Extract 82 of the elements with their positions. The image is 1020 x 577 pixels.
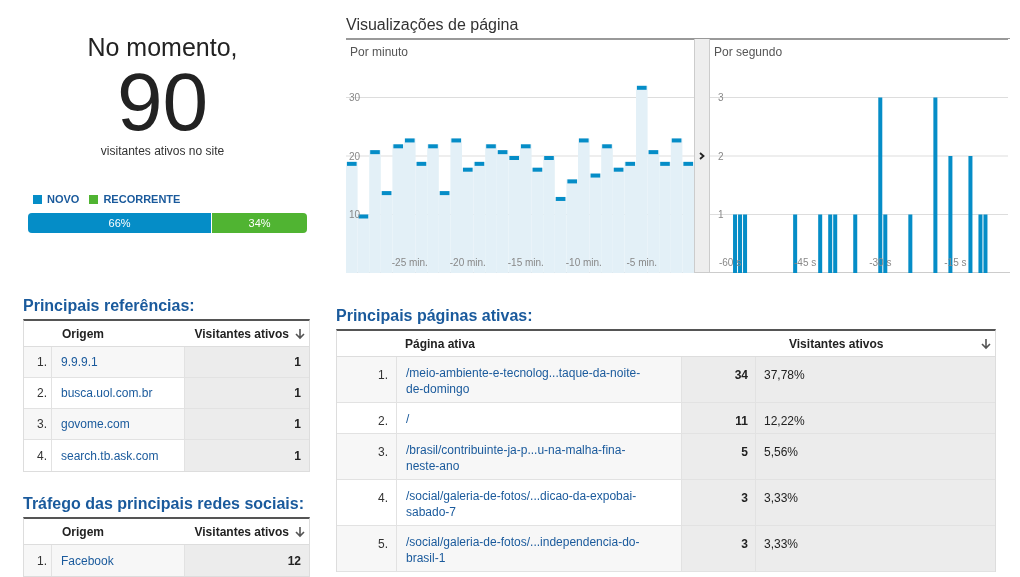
visitors-cell: 3: [682, 480, 756, 525]
visitors-cell: 1: [185, 347, 309, 377]
rank-cell: 5.: [337, 526, 397, 571]
axis-tick-label: 3: [718, 92, 724, 103]
bar-cap: [416, 161, 427, 166]
bar: [818, 214, 823, 273]
rank-cell: 4.: [337, 480, 397, 525]
bar-cap: [439, 191, 450, 196]
rank-cell: 4.: [24, 440, 52, 471]
sort-arrow-icon[interactable]: [295, 327, 305, 340]
column-header: Origem: [61, 523, 105, 541]
caption: visitantes ativos no site: [100, 143, 225, 160]
rank-cell: 2.: [24, 378, 52, 408]
axis-tick-label: -60 s: [718, 257, 742, 268]
bar-cap: [370, 150, 380, 155]
active-visitor-count: 90: [116, 60, 209, 144]
axis-tick-label: 30: [349, 92, 361, 103]
visitors-cell: 5: [682, 434, 756, 479]
chart-title: Visualizações de página: [345, 15, 520, 35]
bar-cap: [590, 173, 601, 178]
bar: [908, 214, 913, 273]
rank-cell: 1.: [24, 347, 52, 377]
visitors-cell: 1: [185, 440, 309, 471]
bar-cap: [358, 214, 369, 219]
percent-cell: 37,78%: [756, 357, 995, 402]
column-header: Página ativa: [404, 335, 477, 353]
percent-cell: 3,33%: [756, 526, 995, 571]
section-title: Principais páginas ativas:: [336, 306, 534, 326]
bar: [853, 214, 858, 273]
axis-tick-label: -25 min.: [391, 257, 428, 268]
share-segment: 34%: [212, 212, 307, 233]
bar-cap: [683, 161, 693, 166]
visitors-cell: 12: [185, 545, 309, 576]
rank-cell: 3.: [337, 434, 397, 479]
bar-cap: [567, 179, 577, 184]
bar-cap: [544, 156, 554, 160]
bar-cap: [602, 144, 612, 149]
chevron-right-icon: [699, 151, 705, 160]
bar-cap: [671, 138, 682, 143]
legend-label: NOVO: [47, 192, 80, 207]
percent-cell: 12,22%: [756, 403, 995, 433]
rank-cell: 1.: [337, 357, 397, 402]
visitors-cell: 3: [682, 526, 756, 571]
bar-cap: [555, 196, 566, 201]
axis-tick-label: -10 min.: [565, 257, 602, 268]
visitors-cell: 1: [185, 378, 309, 408]
bar-cap: [451, 138, 461, 143]
visitors-cell: 34: [682, 357, 756, 402]
sort-arrow-icon[interactable]: [295, 525, 305, 538]
section-title: Tráfego das principais redes sociais:: [23, 494, 305, 514]
bar-cap: [381, 191, 392, 196]
rank-cell: 1.: [24, 545, 52, 576]
share-segment: 66%: [28, 212, 213, 233]
visitors-cell: 1: [185, 409, 309, 439]
bar-cap: [347, 161, 357, 166]
bar-cap: [532, 167, 543, 172]
axis-tick-label: 2: [718, 150, 724, 162]
percent-cell: 5,56%: [756, 434, 995, 479]
bar-cap: [660, 161, 670, 166]
legend-label: RECORRENTE: [103, 192, 181, 207]
bar-cap: [579, 138, 589, 143]
axis-tick-label: -20 min.: [449, 257, 486, 268]
axis-tick-label: 20: [349, 150, 361, 162]
expand-handle[interactable]: [694, 39, 710, 272]
column-header[interactable]: Visitantes ativos: [194, 324, 309, 343]
rank-cell: 2.: [337, 403, 397, 433]
bar-cap: [648, 150, 659, 155]
heading: No momento,: [87, 32, 238, 62]
visitors-cell: 11: [682, 403, 756, 433]
percent-cell: 3,33%: [756, 480, 995, 525]
rank-cell: 3.: [24, 409, 52, 439]
axis-tick-label: 1: [718, 209, 724, 220]
axis-tick-label: -15 min.: [507, 257, 544, 268]
column-header: Visitantes ativos: [788, 335, 885, 353]
sort-arrow-icon[interactable]: [981, 337, 991, 350]
column-header[interactable]: Visitantes ativos: [194, 522, 309, 541]
bar-cap: [637, 85, 647, 90]
bar-cap: [428, 144, 438, 149]
axis-tick-label: 10: [349, 209, 361, 220]
section-title: Principais referências:: [23, 296, 196, 316]
column-header: Origem: [61, 325, 105, 343]
axis-tick-label: -5 min.: [626, 257, 658, 268]
